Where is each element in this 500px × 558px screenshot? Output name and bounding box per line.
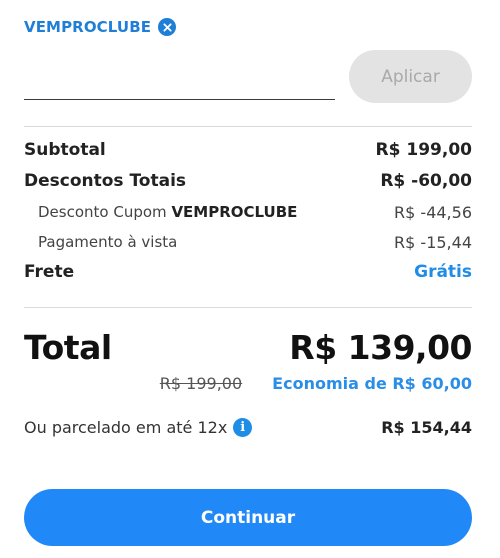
coupon-discount-label: Desconto Cupom VEMPROCLUBE <box>38 203 297 221</box>
divider <box>24 307 472 308</box>
coupon-discount-value: R$ -44,56 <box>394 202 472 222</box>
checkout-summary: VEMPROCLUBE Aplicar Subtotal R$ 199,00 D… <box>0 0 500 558</box>
savings-row: R$ 199,00 Economia de R$ 60,00 <box>160 374 472 393</box>
divider <box>24 126 472 127</box>
subtotal-row: Subtotal R$ 199,00 <box>24 138 472 162</box>
shipping-label: Frete <box>24 262 75 282</box>
applied-coupon-chip: VEMPROCLUBE <box>24 18 177 36</box>
shipping-row: Frete Grátis <box>24 260 472 284</box>
shipping-value: Grátis <box>414 262 472 282</box>
subtotal-value: R$ 199,00 <box>375 140 472 160</box>
total-row: Total R$ 139,00 <box>24 326 472 368</box>
continue-button[interactable]: Continuar <box>24 489 472 546</box>
total-discounts-value: R$ -60,00 <box>380 171 472 191</box>
coupon-code-input[interactable] <box>24 62 335 100</box>
old-price: R$ 199,00 <box>159 374 243 393</box>
total-discounts-row: Descontos Totais R$ -60,00 <box>24 169 472 193</box>
cash-discount-label: Pagamento à vista <box>38 233 178 251</box>
installment-label-group: Ou parcelado em até 12x i <box>24 417 253 437</box>
coupon-discount-row: Desconto Cupom VEMPROCLUBE R$ -44,56 <box>24 200 472 224</box>
total-label: Total <box>24 327 112 367</box>
coupon-discount-prefix: Desconto Cupom <box>38 203 167 221</box>
coupon-discount-code: VEMPROCLUBE <box>171 203 298 221</box>
cash-discount-value: R$ -15,44 <box>394 232 472 252</box>
info-icon[interactable]: i <box>233 417 253 437</box>
applied-coupon-code: VEMPROCLUBE <box>24 18 152 36</box>
installment-row: Ou parcelado em até 12x i R$ 154,44 <box>24 414 472 440</box>
installment-label: Ou parcelado em até 12x <box>24 417 228 437</box>
remove-coupon-icon[interactable] <box>158 18 177 36</box>
apply-coupon-button[interactable]: Aplicar <box>349 50 472 103</box>
installment-value: R$ 154,44 <box>381 417 472 437</box>
savings-text: Economia de R$ 60,00 <box>272 374 472 393</box>
subtotal-label: Subtotal <box>24 140 106 160</box>
cash-discount-row: Pagamento à vista R$ -15,44 <box>24 230 472 254</box>
total-value: R$ 139,00 <box>289 327 472 367</box>
total-discounts-label: Descontos Totais <box>24 171 187 191</box>
